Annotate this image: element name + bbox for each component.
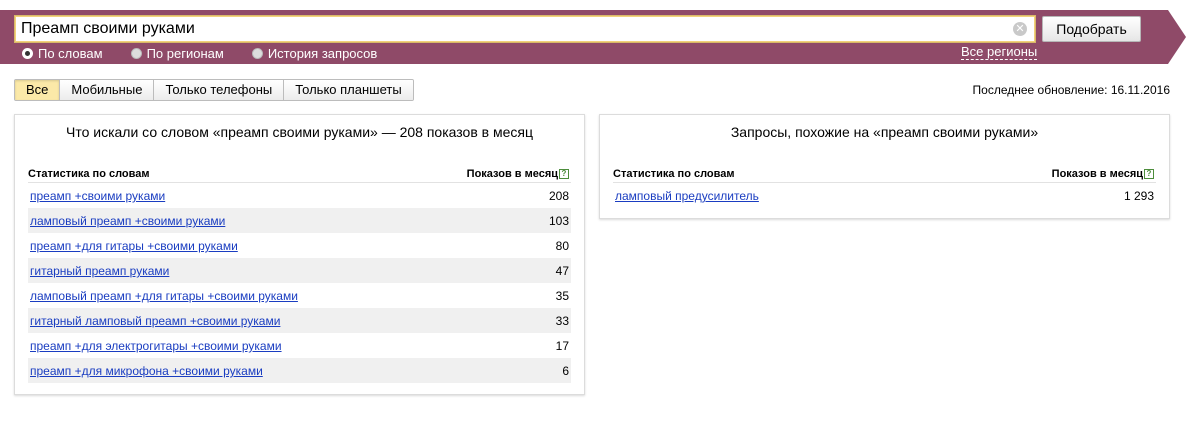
mode-by-words-label: По словам	[38, 45, 103, 61]
keyword-stats-header: Статистика по словам Показов в месяц ?	[28, 165, 571, 183]
search-band: ✕ Подобрать По словам По регионам Истори…	[0, 10, 1196, 64]
impressions-count: 80	[555, 239, 569, 253]
search-band-arrow	[1168, 10, 1186, 64]
similar-queries-title: Запросы, похожие на «преамп своими рукам…	[730, 124, 1039, 140]
similar-queries-header: Статистика по словам Показов в месяц ?	[613, 165, 1156, 183]
column-header-impressions-label: Показов в месяц	[466, 168, 558, 180]
table-row: преамп +своими руками 208	[28, 183, 571, 208]
impressions-count: 103	[548, 214, 569, 228]
impressions-count: 47	[555, 264, 569, 278]
impressions-count: 208	[548, 189, 569, 203]
similar-queries-panel: Запросы, похожие на «преамп своими рукам…	[599, 114, 1170, 219]
tab-tablets-only[interactable]: Только планшеты	[284, 80, 413, 100]
column-header-keywords: Статистика по словам	[613, 168, 735, 180]
table-row: преамп +для гитары +своими руками 80	[28, 233, 571, 258]
keyword-link[interactable]: гитарный преамп руками	[30, 264, 169, 278]
table-row: ламповый предусилитель 1 293	[613, 183, 1156, 208]
clear-icon[interactable]: ✕	[1013, 22, 1027, 36]
tab-all[interactable]: Все	[15, 80, 61, 100]
keyword-link[interactable]: гитарный ламповый преамп +своими руками	[30, 314, 280, 328]
keyword-link[interactable]: преамп +для электрогитары +своими руками	[30, 339, 282, 353]
keyword-link[interactable]: преамп +для микрофона +своими руками	[30, 364, 263, 378]
column-header-impressions: Показов в месяц ?	[1052, 168, 1154, 180]
radio-by-regions[interactable]	[130, 47, 142, 59]
last-update: Последнее обновление: 16.11.2016	[972, 83, 1170, 97]
mode-by-regions-label: По регионам	[146, 45, 224, 61]
table-row: ламповый преамп +для гитары +своими рука…	[28, 283, 571, 308]
keyword-link[interactable]: преамп +для гитары +своими руками	[30, 239, 238, 253]
similar-queries-rows: ламповый предусилитель 1 293	[613, 183, 1156, 208]
column-header-keywords: Статистика по словам	[28, 168, 150, 180]
table-row: гитарный ламповый преамп +своими руками 3…	[28, 308, 571, 333]
column-header-impressions: Показов в месяц ?	[467, 168, 569, 180]
tab-mobile[interactable]: Мобильные	[60, 80, 155, 100]
impressions-count: 6	[562, 364, 569, 378]
tab-phones-only[interactable]: Только телефоны	[154, 80, 285, 100]
impressions-count: 35	[555, 289, 569, 303]
radio-history[interactable]	[251, 47, 263, 59]
help-icon[interactable]: ?	[1144, 169, 1154, 179]
keyword-stats-rows: преамп +своими руками 208 ламповый преамп …	[28, 183, 571, 383]
table-row: ламповый преамп +своими руками 103	[28, 208, 571, 233]
table-row: преамп +для электрогитары +своими руками…	[28, 333, 571, 358]
mode-by-regions[interactable]: По регионам	[130, 45, 224, 61]
keyword-link[interactable]: ламповый преамп +для гитары +своими рука…	[30, 289, 298, 303]
impressions-count: 17	[555, 339, 569, 353]
keyword-stats-title: Что искали со словом «преамп своими рука…	[66, 124, 533, 140]
impressions-count: 33	[555, 314, 569, 328]
table-row: преамп +для микрофона +своими руками 6	[28, 358, 571, 383]
keyword-stats-panel: Что искали со словом «преамп своими рука…	[14, 114, 585, 395]
help-icon[interactable]: ?	[559, 169, 569, 179]
search-input[interactable]	[21, 19, 1001, 39]
regions-link[interactable]: Все регионы	[961, 45, 1038, 60]
mode-history[interactable]: История запросов	[251, 45, 378, 61]
submit-button[interactable]: Подобрать	[1042, 16, 1141, 42]
column-header-impressions-label: Показов в месяц	[1051, 168, 1143, 180]
mode-history-label: История запросов	[267, 45, 378, 61]
search-mode-group: По словам По регионам История запросов	[22, 45, 405, 61]
device-tabs: Все Мобильные Только телефоны Только пла…	[14, 79, 414, 101]
keyword-link[interactable]: преамп +своими руками	[30, 189, 165, 203]
keyword-link[interactable]: ламповый предусилитель	[615, 189, 759, 203]
search-box: ✕	[14, 15, 1036, 43]
impressions-count: 1 293	[1123, 189, 1154, 203]
table-row: гитарный преамп руками 47	[28, 258, 571, 283]
radio-by-words[interactable]	[22, 47, 33, 59]
mode-by-words[interactable]: По словам	[22, 45, 103, 61]
keyword-link[interactable]: ламповый преамп +своими руками	[30, 214, 225, 228]
